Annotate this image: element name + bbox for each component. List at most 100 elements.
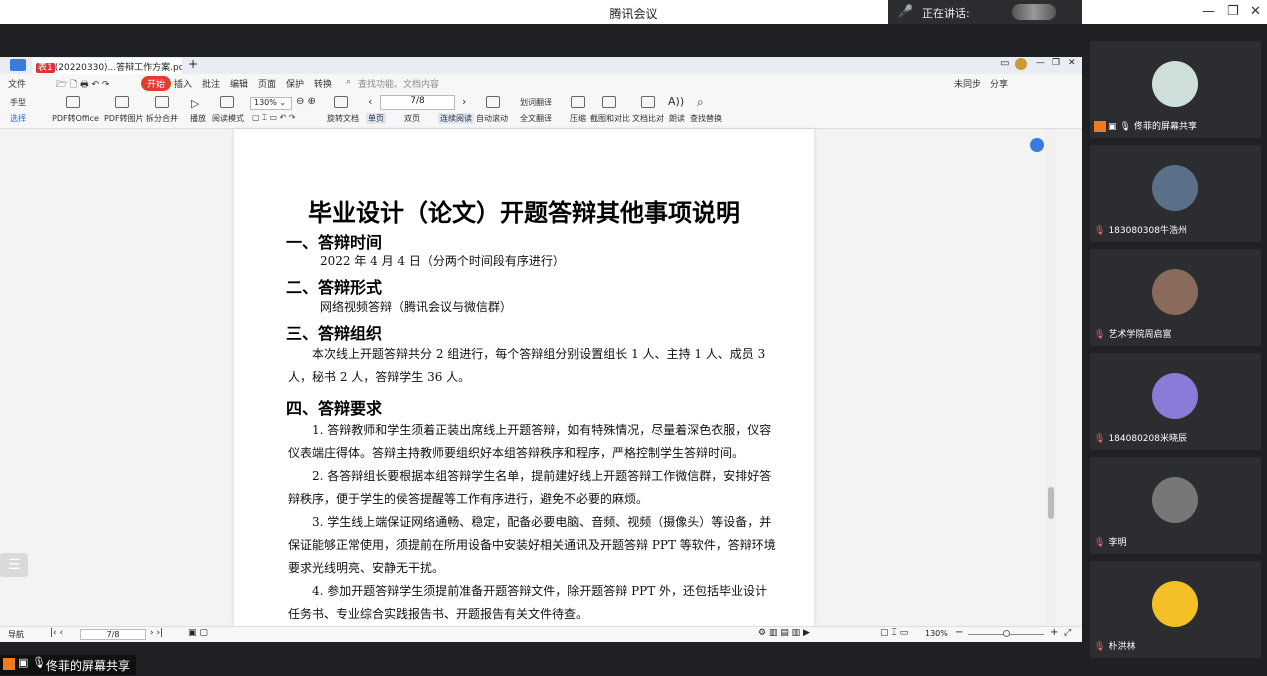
compare-button[interactable]: 文档比对	[632, 113, 664, 124]
find-replace-button[interactable]: 查找替换	[690, 113, 722, 124]
page-input[interactable]: 7/8	[380, 95, 455, 110]
zoom-in-icon[interactable]: +	[1050, 627, 1058, 638]
participant-tile[interactable]: 🎙 朴洪林	[1090, 561, 1261, 658]
auto-scroll-button[interactable]: 自动滚动	[476, 113, 508, 124]
compress-button[interactable]: 压缩	[570, 113, 586, 124]
paragraph: 本次线上开题答辩共分 2 组进行，每个答辩组分别设置组长 1 人、主持 1 人、…	[288, 347, 766, 384]
ribbon: 手型 选择 PDF转Office PDF转图片 拆分合并 ▷ 播放 阅读模式 1…	[0, 92, 1082, 129]
minimize-icon[interactable]: —	[1202, 4, 1215, 19]
mic-icon: 🎤	[898, 4, 913, 18]
hand-tool[interactable]: 手型	[10, 97, 26, 108]
double-page-button[interactable]: 双页	[404, 113, 420, 124]
participant-name-bar: 🎙 艺术学院周启富	[1090, 327, 1261, 343]
view-mode-icons[interactable]: ⚙ ▥ ▤ ▥ ▶	[758, 628, 810, 638]
translate-word-button[interactable]: 划词翻译	[520, 97, 552, 108]
translate-full-button[interactable]: 全文翻译	[520, 113, 552, 124]
layout-mode-icons[interactable]: ▢ ⌶ ▭	[880, 628, 908, 638]
toolbar-icons[interactable]: 🗁 🗋 🖶 ↶ ↷	[56, 77, 109, 93]
participant-tile[interactable]: ▣ 🎙 佟菲的屏幕共享	[1090, 41, 1261, 138]
continuous-read-button[interactable]: 连续阅读	[438, 113, 474, 124]
tab-title: (20220330)...答辩工作方案.pdf	[54, 63, 182, 73]
read-mode-icon	[220, 96, 234, 108]
host-icon	[3, 658, 15, 670]
status-page-input[interactable]: 7/8	[80, 629, 146, 640]
paragraph: 2022 年 4 月 4 日（分两个时间段有序进行）	[320, 254, 565, 268]
select-tool[interactable]: 选择	[10, 113, 26, 124]
restore-icon[interactable]: ❐	[1227, 4, 1239, 19]
document-tab[interactable]: 表1 (20220330)...答辩工作方案.pdf	[32, 58, 182, 74]
home-icon[interactable]	[10, 59, 26, 71]
mic-icon: 🎙	[1119, 122, 1131, 132]
view-icons[interactable]: ▢ ⌶ ▭ ↶ ↷	[252, 113, 296, 123]
float-assistant-icon[interactable]	[1030, 138, 1044, 152]
mic-muted-icon: 🎙	[1094, 226, 1106, 236]
pdf-to-office-icon	[66, 96, 80, 108]
screenshot-button[interactable]: 截图和对比	[590, 113, 630, 124]
play-button[interactable]: 播放	[190, 113, 206, 124]
nav-button[interactable]: 导航	[8, 629, 24, 640]
add-tab-icon[interactable]: +	[188, 57, 198, 71]
menu-annotate[interactable]: 批注	[202, 77, 220, 90]
fullscreen-icon[interactable]: ⤢	[1064, 628, 1071, 638]
pdf-to-office-button[interactable]: PDF转Office	[52, 113, 99, 124]
avatar	[1152, 269, 1198, 315]
next-page-icon[interactable]: ›	[462, 95, 466, 108]
participant-name: 艺术学院周启富	[1108, 330, 1172, 340]
vertical-scrollbar[interactable]	[1046, 129, 1056, 626]
participant-tile[interactable]: 🎙 184080208米晓辰	[1090, 353, 1261, 450]
sync-status[interactable]: 未同步	[954, 77, 981, 90]
single-page-button[interactable]: 单页	[366, 113, 386, 124]
zoom-slider-handle[interactable]	[1003, 630, 1010, 637]
layout-icon[interactable]: ▭	[1000, 58, 1009, 69]
menu-edit[interactable]: 编辑	[230, 77, 248, 90]
menu-convert[interactable]: 转换	[314, 77, 332, 90]
participant-tile[interactable]: 🎙 艺术学院周启富	[1090, 249, 1261, 346]
rotate-button[interactable]: 旋转文档	[327, 113, 359, 124]
avatar	[1152, 373, 1198, 419]
mic-icon: 🎙	[32, 656, 46, 669]
share-button[interactable]: 分享	[990, 77, 1008, 90]
first-prev-icons[interactable]: |‹ ‹	[50, 628, 63, 638]
status-zoom[interactable]: 130%	[925, 629, 948, 638]
read-mode-button[interactable]: 阅读模式	[212, 113, 244, 124]
avatar	[1152, 477, 1198, 523]
participant-tile[interactable]: 🎙 183080308牛浩州	[1090, 145, 1261, 242]
avatar	[1152, 581, 1198, 627]
participant-name: 184080208米晓辰	[1108, 434, 1187, 444]
status-bar: 导航 |‹ ‹ 7/8 › ›| ▣ ▢ ⚙ ▥ ▤ ▥ ▶ ▢ ⌶ ▭ 130…	[0, 626, 1082, 642]
document-area[interactable]: 毕业设计（论文）开题答辩其他事项说明 一、答辩时间 2022 年 4 月 4 日…	[0, 129, 1082, 626]
split-merge-button[interactable]: 拆分合并	[146, 113, 178, 124]
participant-name-bar: 🎙 李明	[1090, 535, 1261, 551]
user-avatar[interactable]	[1015, 58, 1027, 70]
participant-name-bar: 🎙 朴洪林	[1090, 639, 1261, 655]
pdf-to-image-button[interactable]: PDF转图片	[104, 113, 144, 124]
paragraph: 4. 参加开题答辩学生须提前准备开题答辩文件，除开题答辩 PPT 外，还包括毕业…	[288, 584, 768, 621]
wps-restore-icon[interactable]: ❐	[1052, 58, 1060, 68]
wps-close-icon[interactable]: ✕	[1068, 58, 1076, 68]
menu-start[interactable]: 开始	[141, 76, 172, 91]
menu-file[interactable]: 文件	[8, 77, 26, 90]
participant-tile[interactable]: 🎙 李明	[1090, 457, 1261, 554]
zoom-select[interactable]: 130% ⌄	[250, 97, 292, 110]
auto-scroll-icon	[486, 96, 500, 108]
participant-panel: ▣ 🎙 佟菲的屏幕共享 🎙 183080308牛浩州 🎙 艺术学院周启富 🎙 184080…	[1082, 24, 1267, 676]
side-panel-handle-icon[interactable]: ☰	[0, 553, 28, 577]
prev-page-icon[interactable]: ‹	[368, 95, 372, 108]
fit-icons[interactable]: ▣ ▢	[188, 628, 208, 638]
menu-insert[interactable]: 插入	[174, 77, 192, 90]
scrollbar-thumb[interactable]	[1048, 487, 1054, 519]
search-icon[interactable]: ⌕	[346, 77, 351, 87]
mic-muted-icon: 🎙	[1094, 330, 1106, 340]
close-icon[interactable]: ✕	[1250, 4, 1261, 19]
wps-minimize-icon[interactable]: —	[1036, 58, 1045, 68]
tab-badge: 表1	[36, 63, 55, 73]
read-aloud-button[interactable]: 朗读	[669, 113, 685, 124]
zoom-icons[interactable]: ⊖ ⊕	[296, 96, 316, 107]
pdf-to-image-icon	[115, 96, 129, 108]
compare-icon	[641, 96, 655, 108]
menu-page[interactable]: 页面	[258, 77, 276, 90]
next-last-icons[interactable]: › ›|	[150, 628, 163, 638]
menu-protect[interactable]: 保护	[286, 77, 304, 90]
zoom-out-icon[interactable]: −	[955, 627, 963, 638]
search-box[interactable]: 查找功能、文档内容	[358, 77, 439, 90]
